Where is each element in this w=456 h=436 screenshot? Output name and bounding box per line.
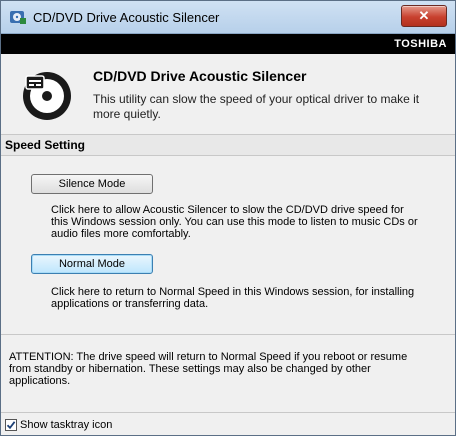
attention-text: ATTENTION: The drive speed will return t… xyxy=(9,351,408,387)
attention-panel: ATTENTION: The drive speed will return t… xyxy=(1,335,455,412)
normal-mode-description: Click here to return to Normal Speed in … xyxy=(51,286,415,310)
header-description: This utility can slow the speed of your … xyxy=(93,92,420,121)
speed-setting-panel: Silence Mode Click here to allow Acousti… xyxy=(1,156,455,334)
window-title: CD/DVD Drive Acoustic Silencer xyxy=(33,9,220,25)
brand-logo: TOSHIBA xyxy=(394,38,447,50)
normal-mode-button[interactable]: Normal Mode xyxy=(31,254,153,274)
footer-bar: Show tasktray icon xyxy=(1,412,455,435)
show-tasktray-checkbox[interactable] xyxy=(5,419,17,431)
app-window: CD/DVD Drive Acoustic Silencer ✕ TOSHIBA… xyxy=(0,0,456,436)
title-bar[interactable]: CD/DVD Drive Acoustic Silencer ✕ xyxy=(1,1,455,34)
show-tasktray-label[interactable]: Show tasktray icon xyxy=(20,419,112,431)
optical-disc-icon xyxy=(23,72,71,120)
silence-mode-description: Click here to allow Acoustic Silencer to… xyxy=(51,204,418,240)
section-heading: Speed Setting xyxy=(1,135,455,156)
header-panel: CD/DVD Drive Acoustic Silencer This util… xyxy=(1,54,455,135)
silence-mode-button[interactable]: Silence Mode xyxy=(31,174,153,194)
header-title: CD/DVD Drive Acoustic Silencer xyxy=(93,68,307,84)
close-icon: ✕ xyxy=(418,8,430,23)
close-button[interactable]: ✕ xyxy=(401,5,447,27)
disc-drive-icon xyxy=(10,11,26,24)
checkmark-icon xyxy=(6,421,16,430)
brand-bar: TOSHIBA xyxy=(1,34,455,54)
